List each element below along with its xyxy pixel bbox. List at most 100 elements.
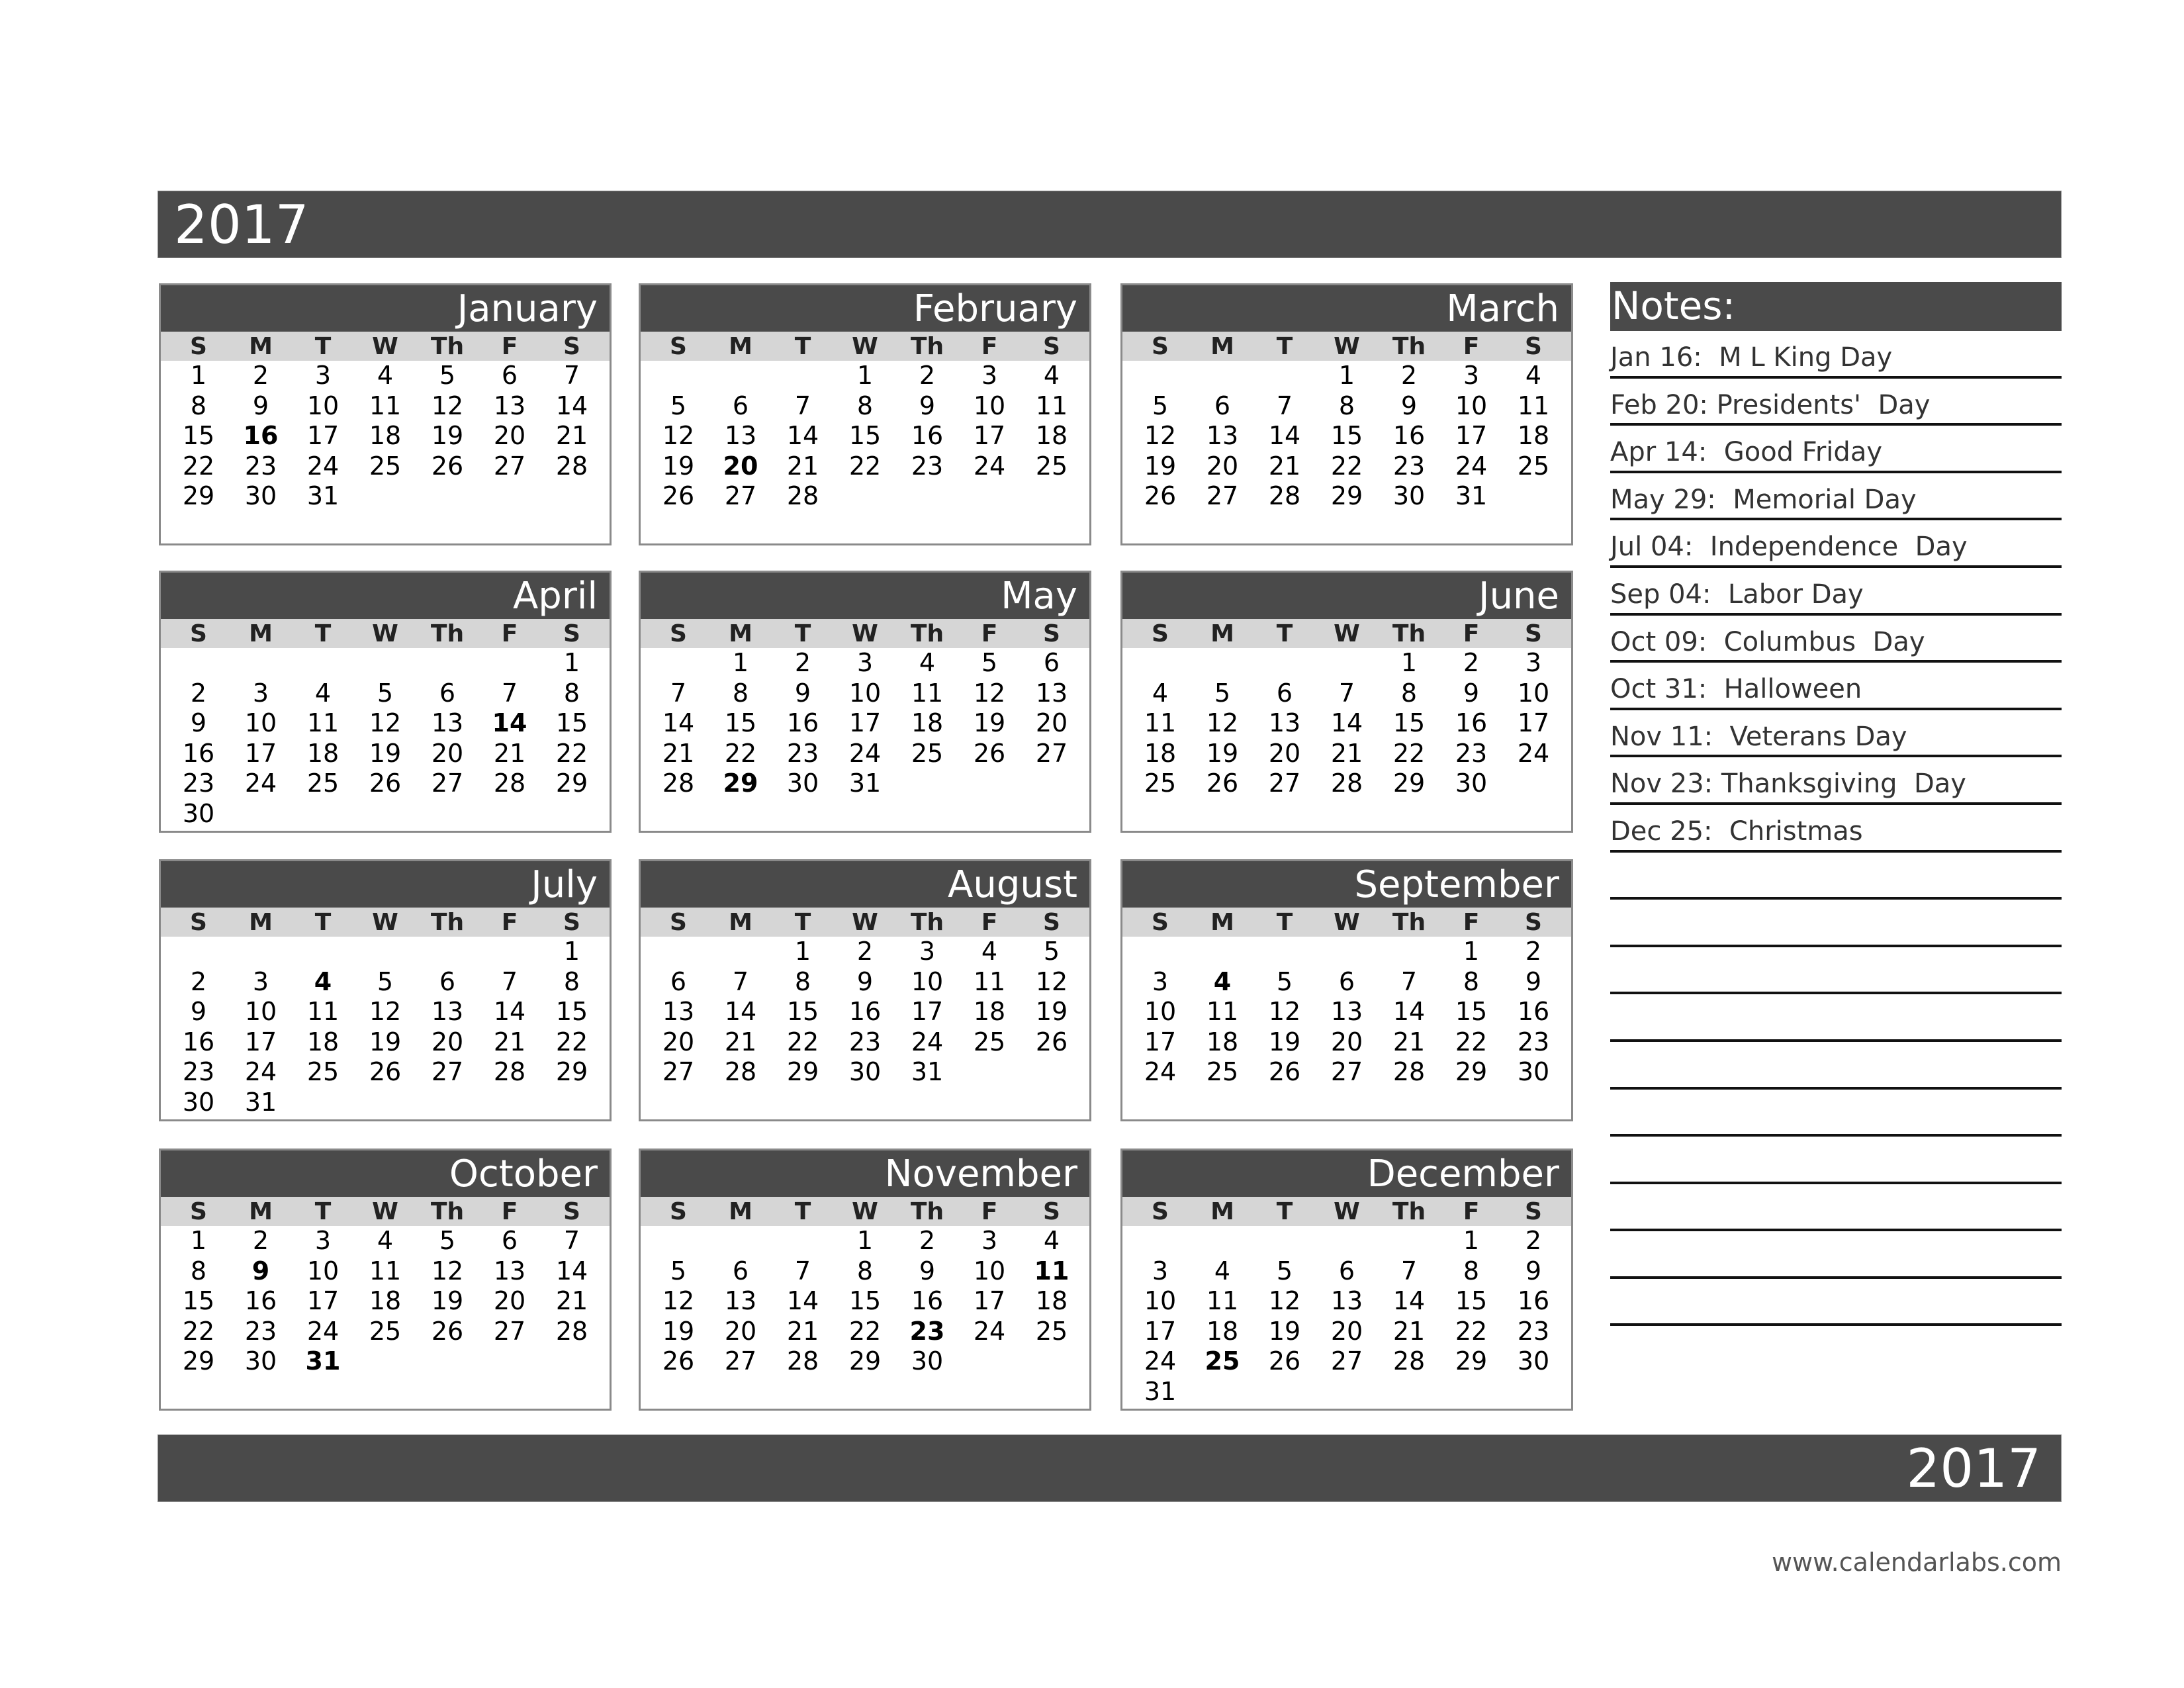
- day-cell: 23: [182, 769, 215, 798]
- weekday-label: M: [249, 333, 273, 360]
- note-line[interactable]: [1610, 1184, 2062, 1232]
- weekday-label: F: [501, 620, 518, 647]
- day-cell: 1: [856, 361, 874, 390]
- day-cell: 16: [1392, 421, 1426, 450]
- day-cell: 11: [306, 708, 340, 737]
- day-cell: 1: [190, 361, 207, 390]
- day-cell: 27: [1330, 1057, 1363, 1086]
- note-line[interactable]: Jul 04: Independence Day: [1610, 520, 2062, 568]
- day-cell: 21: [1330, 738, 1363, 768]
- note-line[interactable]: Sep 04: Labor Day: [1610, 568, 2062, 616]
- weekday-header: S M T W Th F S: [161, 619, 610, 648]
- day-cell: 25: [306, 769, 340, 798]
- day-cell: 1: [1463, 1226, 1480, 1255]
- day-cell: 16: [1455, 708, 1488, 737]
- day-cell: 19: [1268, 1316, 1301, 1346]
- note-line[interactable]: Nov 23: Thanksgiving Day: [1610, 757, 2062, 805]
- day-cell: 13: [1035, 678, 1068, 708]
- empty-cell: [709, 361, 772, 391]
- day-grid: 1 2 3 4 5 6 7 8 9 10 11 12 13 14 15 16 17 18 19 20 21 22 23 24 2…: [1122, 937, 1571, 1088]
- day-cell: 2: [919, 1226, 936, 1255]
- day-cell: 16: [1517, 1286, 1550, 1315]
- day-cell: 13: [724, 1286, 757, 1315]
- day-cell: 31: [1455, 481, 1488, 510]
- day-cell: 13: [431, 997, 464, 1026]
- day-cell: 25: [1206, 1057, 1239, 1086]
- note-line[interactable]: [1610, 1279, 2062, 1327]
- day-cell: 15: [786, 997, 819, 1026]
- day-cell: 5: [1276, 1256, 1293, 1286]
- day-cell: 31: [306, 481, 340, 510]
- day-cell: 9: [1463, 678, 1480, 708]
- day-cell: 4: [1152, 678, 1169, 708]
- month-title: July: [161, 861, 610, 908]
- note-line[interactable]: [1610, 1090, 2062, 1137]
- day-cell: 8: [190, 391, 207, 420]
- day-grid: 1 2 3 4 5 6 7 8 9 10 11 12 13 14 15 16 17 18 19 20 21 22 23 24 2…: [641, 361, 1089, 512]
- empty-cell: [416, 648, 478, 679]
- day-cell: 8: [1463, 1256, 1480, 1286]
- day-cell: 24: [1455, 451, 1488, 481]
- day-cell: 11: [973, 966, 1006, 996]
- weekday-header: S M T W Th F S: [1122, 332, 1571, 361]
- weekday-label: S: [1043, 1198, 1060, 1225]
- day-cell: 3: [1463, 361, 1480, 390]
- day-cell: 23: [244, 451, 277, 481]
- day-cell: 3: [1152, 1256, 1169, 1286]
- note-line[interactable]: Apr 14: Good Friday: [1610, 426, 2062, 473]
- weekday-label: S: [1152, 620, 1169, 647]
- weekday-label: S: [1525, 909, 1542, 936]
- day-cell: 20: [1330, 1316, 1363, 1346]
- day-cell: 28: [493, 1057, 526, 1086]
- day-cell: 27: [493, 1316, 526, 1346]
- day-cell: 13: [1268, 708, 1301, 737]
- website-link[interactable]: www.calendarlabs.com: [1772, 1548, 2062, 1577]
- weekday-label: F: [501, 1198, 518, 1225]
- note-line[interactable]: [1610, 1231, 2062, 1279]
- note-line[interactable]: [1610, 1042, 2062, 1090]
- empty-cell: [709, 937, 772, 967]
- note-line[interactable]: [1610, 947, 2062, 995]
- day-cell: 15: [1455, 1286, 1488, 1315]
- day-cell: 7: [670, 678, 687, 708]
- day-cell: 15: [182, 421, 215, 450]
- day-cell: 27: [1330, 1346, 1363, 1376]
- day-cell: 16: [911, 1286, 944, 1315]
- day-cell: 22: [555, 738, 588, 768]
- weekday-header: S M T W Th F S: [1122, 619, 1571, 648]
- day-cell: 3: [252, 966, 269, 996]
- day-cell: 1: [732, 648, 749, 677]
- weekday-label: T: [794, 620, 811, 647]
- day-cell: 29: [182, 1346, 215, 1376]
- day-cell: 4: [377, 1226, 394, 1255]
- weekday-label: S: [1525, 333, 1542, 360]
- day-cell: 16: [182, 1027, 215, 1056]
- weekday-label: M: [249, 909, 273, 936]
- day-cell: 21: [555, 421, 588, 450]
- note-line[interactable]: Jan 16: M L King Day: [1610, 331, 2062, 379]
- day-cell: 19: [1206, 738, 1239, 768]
- note-line[interactable]: [1610, 900, 2062, 947]
- day-cell: 22: [1455, 1316, 1488, 1346]
- note-line[interactable]: Feb 20: Presidents' Day: [1610, 379, 2062, 426]
- empty-cell: [1129, 648, 1191, 679]
- note-line[interactable]: Oct 31: Halloween: [1610, 663, 2062, 710]
- note-line[interactable]: Oct 09: Columbus Day: [1610, 616, 2062, 663]
- note-line[interactable]: May 29: Memorial Day: [1610, 473, 2062, 521]
- day-cell: 11: [369, 1256, 402, 1286]
- note-line[interactable]: Dec 25: Christmas: [1610, 805, 2062, 853]
- note-line[interactable]: [1610, 1137, 2062, 1184]
- day-cell: 24: [973, 451, 1006, 481]
- note-line[interactable]: Nov 11: Veterans Day: [1610, 710, 2062, 758]
- note-line[interactable]: [1610, 853, 2062, 900]
- weekday-label: S: [563, 909, 580, 936]
- day-cell: 14: [1268, 421, 1301, 450]
- day-cell: 11: [911, 678, 944, 708]
- month-july: July S M T W Th F S 1 2 3 4 5 6 7 8 9 10 11 12 13 14 15 16 17 18 1…: [159, 859, 612, 1121]
- weekday-header: S M T W Th F S: [161, 908, 610, 937]
- day-cell: 14: [555, 391, 588, 420]
- empty-cell: [1378, 937, 1440, 967]
- empty-cell: [1191, 937, 1253, 967]
- note-line[interactable]: [1610, 994, 2062, 1042]
- weekday-label: S: [563, 333, 580, 360]
